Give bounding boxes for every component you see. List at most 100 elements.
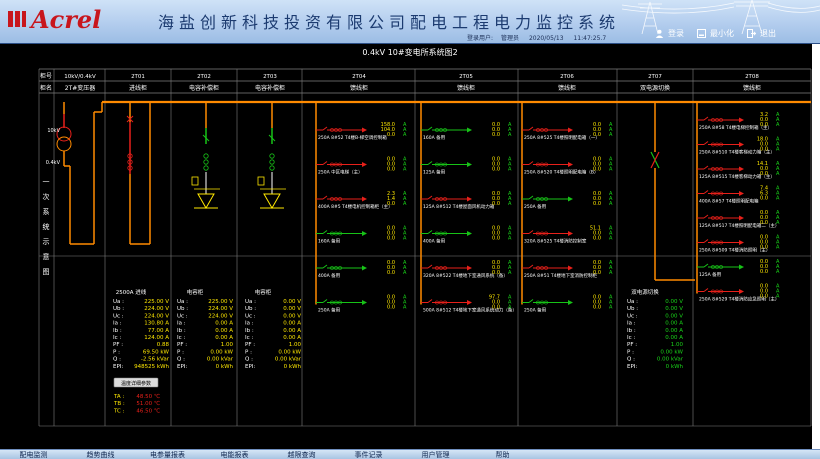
feeder-arrow-icon xyxy=(568,127,573,133)
feeder-current: 0.0 xyxy=(492,305,500,311)
temperature-detail-label: 温度详细参数 xyxy=(121,380,151,387)
feeder-unit: A xyxy=(776,294,780,300)
feeder-arrow-icon xyxy=(568,231,573,236)
acrel-logo-icon xyxy=(6,8,28,30)
feeder-current: 0.0 xyxy=(760,245,768,251)
row-label-name: 柜名 xyxy=(40,84,52,92)
feeder-arrow-icon xyxy=(739,166,744,172)
nav-item-trend[interactable]: 趋势曲线 xyxy=(67,450,134,459)
nav-item-limit-query[interactable]: 越限查询 xyxy=(268,450,335,459)
nav-item-monitor[interactable]: 配电监测 xyxy=(0,450,67,459)
temp-value: 48.50 ℃ xyxy=(136,393,160,400)
capacitor2-param-name: Q : xyxy=(245,357,253,363)
feeder-label: 320A 8#525 T4楼消防控制室 xyxy=(524,238,587,245)
current-transformer xyxy=(269,165,275,171)
feeder-arrow-icon xyxy=(568,162,573,167)
feeder-arrow-icon xyxy=(739,240,744,245)
current-transformer xyxy=(203,153,209,159)
feeder-arrow-icon xyxy=(568,196,573,202)
fuse xyxy=(191,176,199,186)
login-user-label: 登录用户: xyxy=(467,35,494,42)
user-icon xyxy=(655,29,664,38)
dual_power-param-name: PF : xyxy=(627,342,637,348)
feeder-unit: A xyxy=(508,236,512,242)
side-label-char: 图 xyxy=(43,268,50,276)
capacitor2-param-name: P : xyxy=(245,349,252,355)
feeder-current: 0.0 xyxy=(593,167,601,173)
feeder-current: 0.0 xyxy=(492,270,500,276)
feeder-breaker xyxy=(322,230,328,234)
nav-item-param-report[interactable]: 电参量报表 xyxy=(134,450,201,459)
feeder-current: 0.0 xyxy=(593,236,601,242)
feeder-unit: A xyxy=(609,167,613,173)
incoming-param-name: PF : xyxy=(113,342,123,348)
dual_power-param-value: 0.00 kW xyxy=(660,349,683,355)
capacitor1-param-value: 0.00 A xyxy=(215,335,233,341)
nav-item-users[interactable]: 用户管理 xyxy=(402,450,469,459)
feeder-current: 0.0 xyxy=(387,132,395,138)
minimize-button[interactable]: 最小化 xyxy=(697,28,734,39)
incoming-param-value: 130.80 A xyxy=(144,321,169,327)
dual_power-param-value: 0.00 V xyxy=(665,313,683,319)
incoming-param-name: Ia : xyxy=(113,321,122,327)
capacitor1-param-value: 0.00 A xyxy=(215,328,233,334)
feeder-arrow-icon xyxy=(739,289,744,294)
feeder-arrow-icon xyxy=(362,127,367,133)
feeder-arrow-icon xyxy=(739,117,744,123)
feeder-arrow-icon xyxy=(739,215,744,221)
dual_power-param-value: 0.00 A xyxy=(665,335,683,341)
temp-name: TB : xyxy=(113,401,125,407)
right-gutter xyxy=(812,44,820,449)
dual_power-param-name: Uc : xyxy=(627,313,638,319)
diagram-area: 0.4kV 10#变电所系统图2 柜号 柜名 10kV/0.4kV 2T#变压器 2T0… xyxy=(0,44,820,459)
feeder-current: 0.0 xyxy=(492,201,500,207)
minimize-icon xyxy=(697,29,706,38)
feeder-arrow-icon xyxy=(568,265,573,271)
feeder-label: 160A 备用 xyxy=(423,134,445,141)
nav-item-help[interactable]: 帮助 xyxy=(469,450,536,459)
col-name: 馈线柜 xyxy=(743,84,761,92)
login-button[interactable]: 登录 xyxy=(655,28,684,39)
feeder-breaker xyxy=(703,141,709,145)
feeder-unit: A xyxy=(403,270,407,276)
incoming-param-value: 0.88 xyxy=(157,342,170,348)
capacitor2-param-value: 0.00 A xyxy=(283,335,301,341)
feeder-current: 0.0 xyxy=(760,196,768,202)
temp-name: TA : xyxy=(113,394,124,400)
feeder-current: 0.0 xyxy=(492,132,500,138)
feeder-current: 0.0 xyxy=(387,201,395,207)
feeder-breaker xyxy=(703,288,709,292)
incoming-param-name: Uc : xyxy=(113,313,124,319)
nav-item-events[interactable]: 事件记录 xyxy=(335,450,402,459)
feeder-current: 0.0 xyxy=(387,167,395,173)
feeder-label: 125A 备用 xyxy=(699,271,721,278)
capacitor1-param-name: Ia : xyxy=(177,321,186,327)
feeder-unit: A xyxy=(776,245,780,251)
col-no: 2T05 xyxy=(459,74,473,80)
temp-name: TC : xyxy=(113,408,125,414)
feeder-arrow-icon xyxy=(362,300,367,305)
feeder-label: 250A 8#525 T4楼照明配电箱（一） xyxy=(524,134,600,141)
capacitor1-param-name: Ua : xyxy=(177,299,188,305)
temp-value: 51.00 ℃ xyxy=(136,400,160,407)
exit-button[interactable]: 退出 xyxy=(747,28,776,39)
feeder-current: 0.0 xyxy=(593,201,601,207)
col-no: 2T01 xyxy=(131,74,145,80)
feeder-label: 400A 备用 xyxy=(423,238,445,245)
single-line-diagram: 柜号柜名 10kV/0.4kV 2T#变压器 2T01 进线柜 2T02 电容补偿柜 2T03… xyxy=(38,68,812,427)
feeder-label: 400A 备用 xyxy=(318,272,340,279)
feeder-current: 0.0 xyxy=(760,220,768,226)
side-label-char: 一 xyxy=(43,178,50,186)
dual_power-param-name: Ib : xyxy=(627,328,636,334)
feeder-unit: A xyxy=(403,236,407,242)
feeder-breaker xyxy=(703,190,709,194)
feeder-current: 0.0 xyxy=(492,167,500,173)
capacitor2-param-name: Ic : xyxy=(245,335,253,341)
login-label: 登录 xyxy=(668,29,684,38)
col-no-transformer: 10kV/0.4kV xyxy=(64,74,96,80)
bottom-nav: 配电监测 趋势曲线 电参量报表 电能报表 越限查询 事件记录 用户管理 帮助 xyxy=(0,449,820,459)
feeder-label: 250A 备用 xyxy=(318,307,340,314)
dual_power-param-name: P : xyxy=(627,349,634,355)
nav-item-energy-report[interactable]: 电能报表 xyxy=(201,450,268,459)
feeder-current: 0.0 xyxy=(760,171,768,177)
